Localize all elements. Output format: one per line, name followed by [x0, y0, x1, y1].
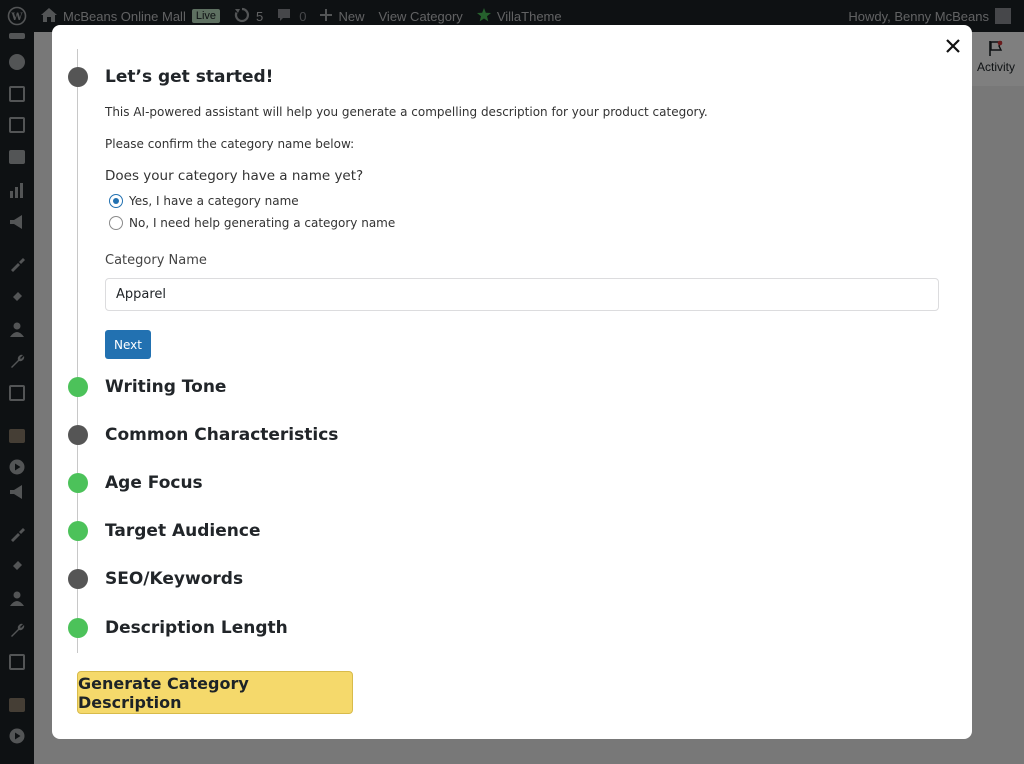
confirm-text: Please confirm the category name below:	[105, 137, 355, 151]
step-title-writing-tone[interactable]: Writing Tone	[105, 377, 226, 397]
step-marker	[68, 377, 88, 397]
step-title-get-started[interactable]: Let’s get started!	[105, 67, 273, 87]
name-question: Does your category have a name yet?	[105, 168, 364, 184]
next-button[interactable]: Next	[105, 330, 151, 359]
step-title-common-characteristics[interactable]: Common Characteristics	[105, 425, 338, 445]
radio-yes-label: Yes, I have a category name	[129, 194, 299, 208]
category-name-label: Category Name	[105, 253, 207, 268]
radio-no[interactable]	[109, 216, 123, 230]
radio-yes[interactable]	[109, 194, 123, 208]
generate-description-button[interactable]: Generate Category Description	[77, 671, 353, 714]
category-name-input[interactable]: Apparel	[105, 278, 939, 311]
step-marker	[68, 67, 88, 87]
step-title-age-focus[interactable]: Age Focus	[105, 473, 203, 493]
category-description-modal: Let’s get started! This AI-powered assis…	[52, 25, 972, 739]
step-marker	[68, 618, 88, 638]
close-icon[interactable]	[942, 35, 964, 57]
step-marker	[68, 425, 88, 445]
step-title-target-audience[interactable]: Target Audience	[105, 521, 261, 541]
step-marker	[68, 521, 88, 541]
timeline-line	[77, 49, 78, 653]
step-marker	[68, 473, 88, 493]
step-title-description-length[interactable]: Description Length	[105, 618, 288, 638]
radio-option-no[interactable]: No, I need help generating a category na…	[109, 216, 395, 230]
radio-option-yes[interactable]: Yes, I have a category name	[109, 194, 299, 208]
step-title-seo-keywords[interactable]: SEO/Keywords	[105, 569, 243, 589]
radio-no-label: No, I need help generating a category na…	[129, 216, 396, 230]
intro-text: This AI-powered assistant will help you …	[105, 105, 708, 119]
step-marker	[68, 569, 88, 589]
